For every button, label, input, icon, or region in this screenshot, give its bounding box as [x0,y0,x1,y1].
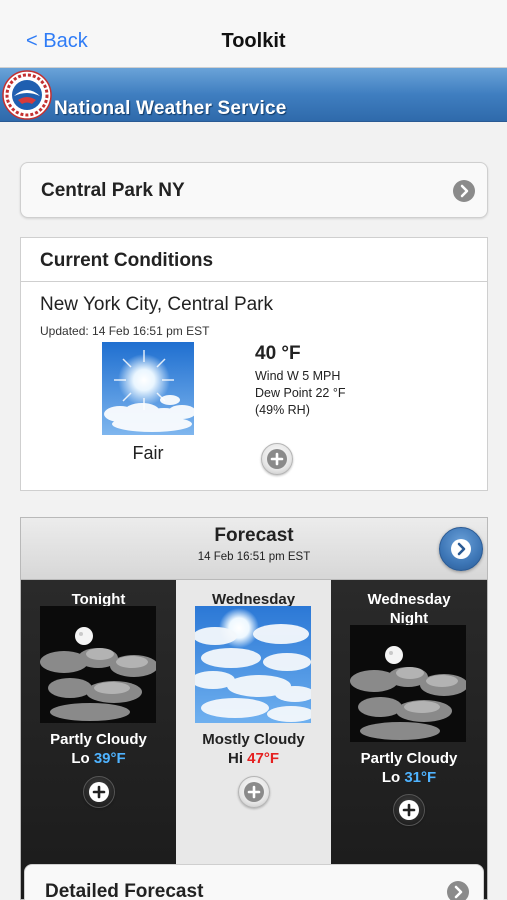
current-temperature: 40 °F [255,343,301,364]
mostly-cloudy-day-icon [195,606,311,723]
high-temp: 47°F [247,750,280,767]
location-label: Central Park NY [41,180,185,201]
plus-icon [399,800,419,820]
plus-icon [244,782,264,802]
low-temp: 31°F [404,769,437,786]
temp-prefix: Lo [381,769,401,786]
plus-icon [267,449,287,469]
forecast-next-button[interactable] [439,527,483,571]
weather-description: Fair [132,443,164,463]
current-conditions-header: Current Conditions [21,238,487,282]
current-conditions-card: Current Conditions New York City, Centra… [20,237,488,491]
forecast-period-wednesday[interactable]: Wednesday Mostly Cloudy Hi 47°F [176,580,331,899]
location-selector[interactable]: Central Park NY [20,162,488,218]
dewpoint-reading: Dew Point 22 °F [255,386,346,400]
more-conditions-button[interactable] [261,443,293,475]
nws-logo [2,70,52,120]
chevron-right-icon [447,881,469,900]
period-more-button[interactable] [238,776,270,808]
period-temp: Lo 31°F [331,768,487,787]
forecast-date: 14 Feb 16:51 pm EST [197,551,311,563]
chevron-right-icon [451,539,471,559]
station-name: New York City, Central Park [40,294,274,315]
nws-banner: National Weather Service [0,68,507,122]
period-more-button[interactable] [83,776,115,808]
main-content: Central Park NY Current Conditions New Y… [0,122,507,900]
wind-reading: Wind W 5 MPH [255,369,341,383]
humidity-reading: (49% RH) [255,403,310,417]
partly-cloudy-night-icon [40,606,156,723]
forecast-header: Forecast 14 Feb 16:51 pm EST [21,518,487,580]
partly-cloudy-night-icon [350,625,466,742]
forecast-card: Forecast 14 Feb 16:51 pm EST Tonight Par… [20,517,488,900]
detailed-forecast-button[interactable]: Detailed Forecast [24,864,484,900]
period-condition: Partly Cloudy [360,750,458,767]
period-temp: Hi 47°F [176,749,331,768]
forecast-period-tonight[interactable]: Tonight Partly Cloudy Lo 39°F [21,580,176,899]
chevron-right-icon [453,180,475,202]
temp-prefix: Hi [227,750,243,767]
period-condition: Partly Cloudy [50,731,147,748]
forecast-title: Forecast [214,525,294,546]
page-title: Toolkit [221,30,286,52]
period-more-button[interactable] [393,794,425,826]
period-temp: Lo 39°F [21,749,176,768]
updated-timestamp: Updated: 14 Feb 16:51 pm EST [40,324,210,338]
agency-name: National Weather Service [54,98,287,119]
current-conditions-title: Current Conditions [40,250,214,271]
period-condition: Mostly Cloudy [202,731,305,748]
temp-prefix: Lo [71,750,90,767]
low-temp: 39°F [93,750,126,767]
fair-weather-icon [102,342,194,435]
detailed-forecast-label: Detailed Forecast [45,881,204,900]
navigation-bar: < Back Toolkit [0,0,507,68]
forecast-period-wednesday-night[interactable]: Wednesday Night Partly Cloudy Lo 31°F [331,580,487,899]
period-name: Wednesday Night [367,591,451,627]
plus-icon [89,782,109,802]
